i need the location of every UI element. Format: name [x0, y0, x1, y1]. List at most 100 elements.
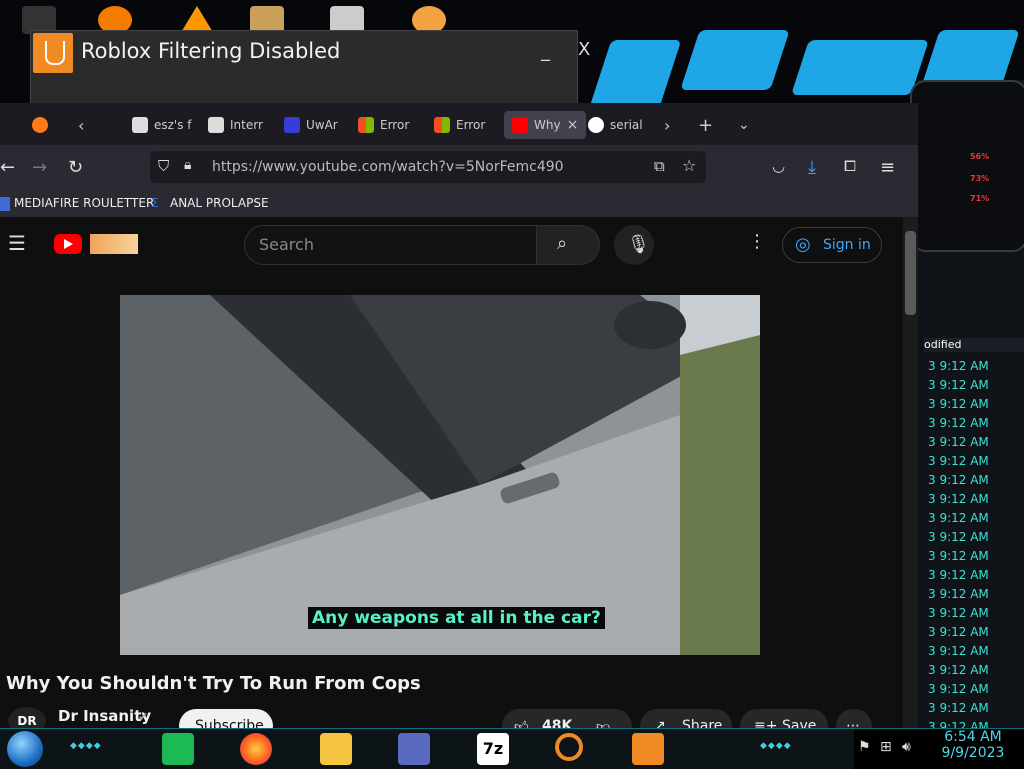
tab-scroll-left-icon[interactable]: ‹: [78, 111, 84, 139]
file-modified-time[interactable]: 3 9:12 AM: [928, 663, 989, 677]
file-explorer-icon[interactable]: [320, 733, 352, 765]
voice-search-button[interactable]: 🎙︎: [614, 225, 654, 265]
file-modified-time[interactable]: 3 9:12 AM: [928, 378, 989, 392]
tab-3[interactable]: UwAr: [284, 111, 338, 139]
search-placeholder: Search: [259, 235, 314, 254]
file-modified-time[interactable]: 3 9:12 AM: [928, 587, 989, 601]
clock-time: 6:54 AM: [944, 729, 1002, 745]
file-modified-time[interactable]: 3 9:12 AM: [928, 682, 989, 696]
taskbar: ◆◆◆◆ 7z ◆◆◆◆ ⚑ ⊞ 🔊︎ 6:54 AM 9/9/2023: [0, 728, 1024, 769]
modified-column-header[interactable]: odified: [924, 338, 1024, 352]
file-modified-time[interactable]: 3 9:12 AM: [928, 625, 989, 639]
search-icon: ⌕: [557, 233, 568, 254]
file-modified-time[interactable]: 3 9:12 AM: [928, 530, 989, 544]
minimize-button[interactable]: _: [541, 41, 550, 62]
file-modified-time[interactable]: 3 9:12 AM: [928, 606, 989, 620]
lock-icon[interactable]: 🔒︎: [184, 157, 191, 173]
tab-4[interactable]: Error: [358, 111, 409, 139]
bookmarks-bar: MEDIAFIRE ROULETTER Σ ANAL PROLAPSE: [0, 191, 918, 217]
file-modified-time[interactable]: 3 9:12 AM: [928, 359, 989, 373]
flask-icon: [33, 33, 73, 73]
network-icon[interactable]: ⊞: [880, 739, 892, 755]
new-tab-icon[interactable]: +: [698, 111, 713, 139]
google-icon: [588, 117, 604, 133]
bookmark-star-icon[interactable]: ☆: [682, 156, 696, 175]
picture-in-picture-icon[interactable]: ⧉: [654, 157, 665, 175]
hamburger-icon[interactable]: ☰: [8, 231, 26, 255]
bookmark-1[interactable]: MEDIAFIRE ROULETTER: [14, 196, 154, 210]
file-modified-time[interactable]: 3 9:12 AM: [928, 511, 989, 525]
volume-icon[interactable]: 🔊︎: [902, 739, 911, 755]
tab-list-icon[interactable]: ⌄: [738, 111, 750, 139]
archive-icon: [208, 117, 224, 133]
url-bar[interactable]: ⛉ 🔒︎ https://www.youtube.com/watch?v=5No…: [150, 151, 706, 183]
file-modified-time[interactable]: 3 9:12 AM: [928, 397, 989, 411]
video-player[interactable]: Any weapons at all in the car?: [120, 295, 760, 655]
extensions-icon[interactable]: ⧠: [844, 157, 856, 175]
wallpaper-streak: [588, 40, 682, 110]
bookmark-icon: Σ: [151, 196, 159, 210]
verified-icon: ✔: [138, 710, 149, 724]
forward-icon[interactable]: →: [32, 157, 47, 178]
file-modified-time[interactable]: 3 9:12 AM: [928, 454, 989, 468]
file-modified-time[interactable]: 3 9:12 AM: [928, 644, 989, 658]
flag-icon[interactable]: ⚑: [858, 739, 871, 755]
tab-7[interactable]: serial: [588, 111, 643, 139]
video-frame-image: [120, 295, 760, 655]
system-clock[interactable]: 6:54 AM 9/9/2023: [938, 729, 1008, 761]
taskbar-decoration: ◆◆◆◆: [70, 741, 102, 751]
firefox-icon[interactable]: [32, 111, 48, 139]
tab-1[interactable]: esz's f: [132, 111, 192, 139]
dialog-title: Roblox Filtering Disabled: [81, 39, 341, 63]
clock-date: 9/9/2023: [941, 745, 1005, 761]
wallpaper-streak: [680, 30, 790, 90]
tab-5[interactable]: Error: [434, 111, 485, 139]
search-input[interactable]: Search: [244, 225, 538, 265]
spotify-icon[interactable]: [162, 733, 194, 765]
more-options-icon[interactable]: ⋮: [748, 231, 766, 252]
file-modified-time[interactable]: 3 9:12 AM: [928, 549, 989, 563]
reload-icon[interactable]: ↻: [68, 157, 83, 178]
7zip-icon[interactable]: 7z: [477, 733, 509, 765]
firefox-icon[interactable]: [240, 733, 272, 765]
shield-icon[interactable]: ⛉: [158, 157, 169, 175]
tab-bar: ‹ esz's f Interr UwAr Error Error Why × s…: [0, 103, 918, 145]
tab-2[interactable]: Interr: [208, 111, 263, 139]
wallpaper-streak: [791, 40, 929, 95]
back-icon[interactable]: ←: [0, 157, 15, 178]
menu-icon[interactable]: ≡: [880, 157, 895, 178]
tab-close-icon[interactable]: ×: [567, 117, 579, 133]
system-monitor-widget: 56% 73% 71%: [910, 80, 1024, 252]
file-modified-time[interactable]: 3 9:12 AM: [928, 701, 989, 715]
page-scrollbar[interactable]: [903, 217, 918, 743]
play-icon: [64, 239, 73, 249]
file-modified-time[interactable]: 3 9:12 AM: [928, 416, 989, 430]
shield-icon: [284, 117, 300, 133]
scrollbar-thumb[interactable]: [905, 231, 916, 315]
tab-scroll-right-icon[interactable]: ›: [664, 111, 670, 139]
lab-app-icon[interactable]: [632, 733, 664, 765]
search-tool-icon[interactable]: [555, 733, 583, 761]
tab-active-youtube[interactable]: Why ×: [504, 111, 587, 139]
microphone-icon: 🎙︎: [627, 234, 650, 255]
file-modified-time[interactable]: 3 9:12 AM: [928, 473, 989, 487]
search-button[interactable]: ⌕: [536, 225, 600, 265]
close-button[interactable]: X: [578, 39, 590, 60]
pocket-icon[interactable]: ◡: [772, 157, 785, 175]
url-text[interactable]: https://www.youtube.com/watch?v=5NorFemc…: [212, 159, 564, 175]
bookmark-2[interactable]: ANAL PROLAPSE: [170, 196, 269, 210]
file-modified-time[interactable]: 3 9:12 AM: [928, 435, 989, 449]
doodle-image[interactable]: [90, 234, 138, 254]
start-button[interactable]: [7, 731, 43, 767]
ram-stat: 73%: [970, 174, 990, 183]
file-modified-time[interactable]: 3 9:12 AM: [928, 568, 989, 582]
control-panel-icon[interactable]: [398, 733, 430, 765]
file-modified-time[interactable]: 3 9:12 AM: [928, 492, 989, 506]
download-icon[interactable]: ⤓: [808, 157, 816, 178]
microsoft-icon: [358, 117, 374, 133]
sign-in-button[interactable]: ◎ Sign in: [782, 227, 882, 263]
disk-stat: 71%: [970, 194, 990, 203]
archive-icon: [132, 117, 148, 133]
navigation-bar: ← → ↻ ⛉ 🔒︎ https://www.youtube.com/watch…: [0, 145, 918, 191]
youtube-icon: [512, 117, 528, 133]
